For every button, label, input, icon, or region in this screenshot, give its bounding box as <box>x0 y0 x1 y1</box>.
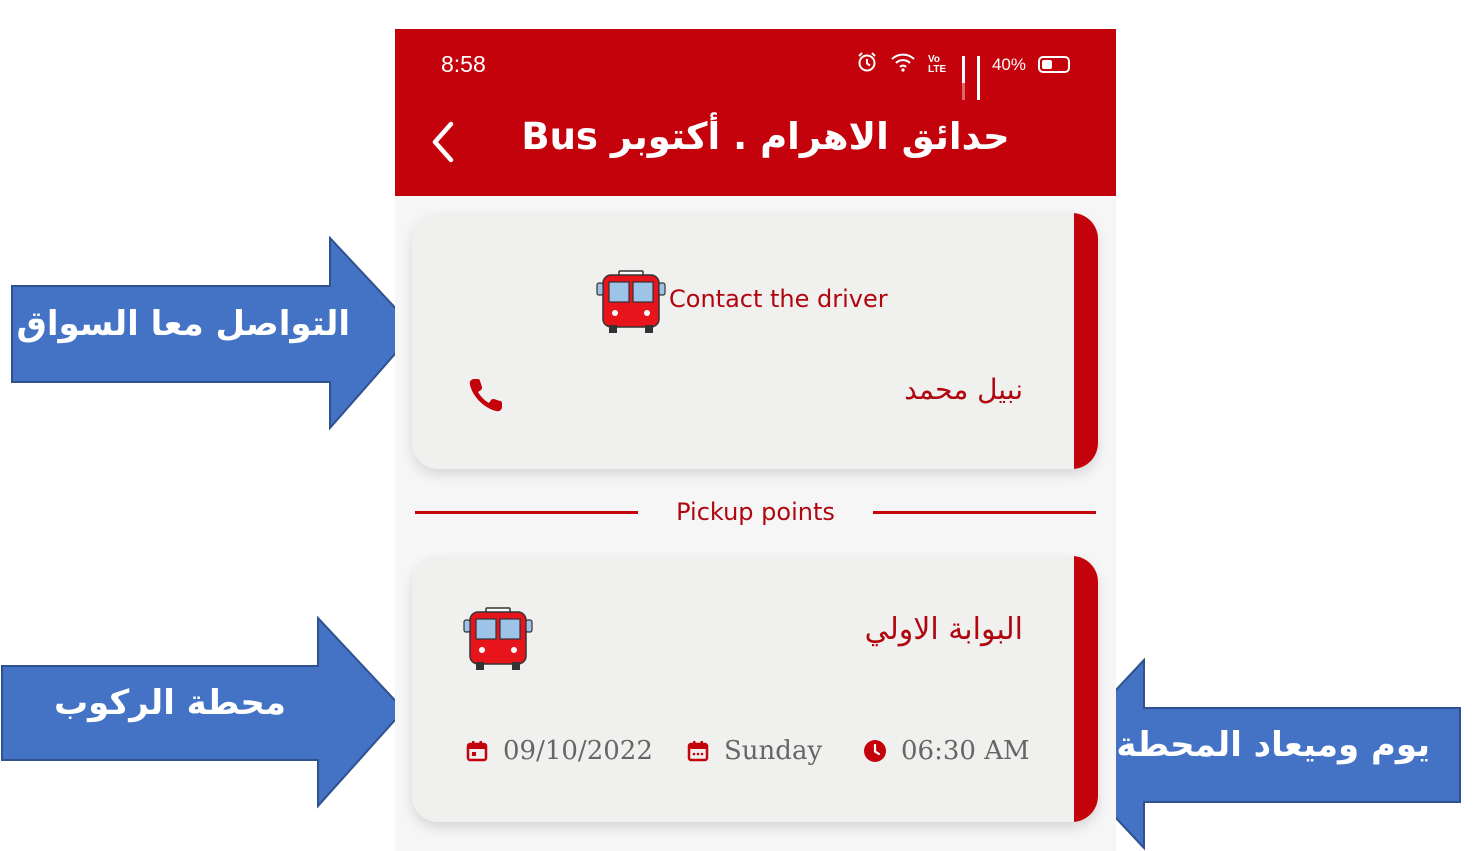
pickup-stop-card[interactable]: البوابة الاولي 09/10/2022 Sunday 06:30 A… <box>412 556 1098 822</box>
bus-icon <box>596 270 666 333</box>
phone-screen: 8:58 Vo LTE 40% حدائق الاهرام . أكتوبر B… <box>395 29 1116 851</box>
annotation-station-day-time: يوم وميعاد المحطة <box>1116 725 1430 765</box>
contact-driver-title: Contact the driver <box>669 285 888 313</box>
status-time: 8:58 <box>441 51 486 77</box>
battery-percent: 40% <box>991 54 1026 74</box>
stop-time: 06:30 AM <box>863 736 1030 766</box>
driver-name: نبيل محمد <box>904 373 1023 406</box>
phone-call-icon[interactable] <box>464 373 508 417</box>
bus-icon <box>463 607 533 670</box>
alarm-icon <box>856 51 878 78</box>
stop-name: البوابة الاولي <box>864 612 1023 647</box>
stop-day: Sunday <box>686 736 822 766</box>
pickup-points-divider: Pickup points <box>395 498 1116 528</box>
app-bar: 8:58 Vo LTE 40% حدائق الاهرام . أكتوبر B… <box>395 29 1116 196</box>
stop-date-value: 09/10/2022 <box>503 736 653 766</box>
calendar-icon <box>466 741 488 762</box>
divider-line-right <box>873 511 1096 514</box>
calendar-icon <box>687 741 709 762</box>
volte-icon: Vo LTE <box>927 53 947 75</box>
annotation-contact-driver: التواصل معا السواق <box>16 304 350 344</box>
stop-day-value: Sunday <box>724 736 823 766</box>
page-title: حدائق الاهرام . أكتوبر Bus <box>521 115 1010 158</box>
battery-icon <box>1038 56 1070 73</box>
signal-icon <box>961 56 965 100</box>
annotation-pickup-station: محطة الركوب <box>54 683 286 723</box>
stop-time-value: 06:30 AM <box>901 736 1030 766</box>
signal-icon-2 <box>976 56 980 100</box>
status-icons: Vo LTE 40% <box>856 51 1070 100</box>
driver-card: Contact the driver نبيل محمد <box>412 213 1098 469</box>
wifi-icon <box>890 52 916 77</box>
stop-date: 09/10/2022 <box>465 736 653 766</box>
clock-icon <box>864 740 886 762</box>
